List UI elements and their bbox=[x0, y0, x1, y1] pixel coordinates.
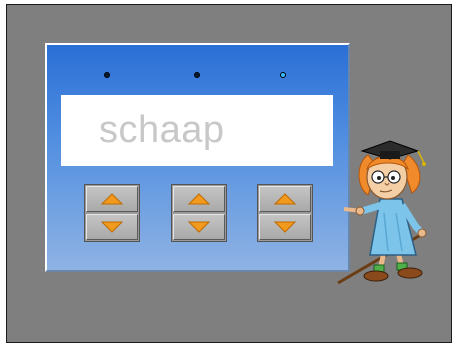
professor-girl-mascot bbox=[332, 133, 448, 291]
indicator-light-2 bbox=[194, 72, 200, 78]
stepper-3-down-button[interactable] bbox=[259, 214, 311, 240]
stepper-3-up-button[interactable] bbox=[259, 186, 311, 212]
stepper-2-down-button[interactable] bbox=[173, 214, 225, 240]
stepper-1-up-button[interactable] bbox=[86, 186, 138, 212]
professor-girl-icon bbox=[337, 140, 427, 285]
indicator-light-3 bbox=[280, 72, 286, 78]
arrow-up-icon bbox=[274, 193, 296, 205]
stepper-1-down-button[interactable] bbox=[86, 214, 138, 240]
indicator-light-1 bbox=[104, 72, 110, 78]
game-stage: schaap bbox=[6, 4, 452, 343]
word-machine-panel: schaap bbox=[45, 43, 350, 272]
letter-stepper-1 bbox=[84, 184, 140, 242]
arrow-down-icon bbox=[274, 221, 296, 233]
arrow-down-icon bbox=[188, 221, 210, 233]
arrow-down-icon bbox=[101, 221, 123, 233]
arrow-up-icon bbox=[101, 193, 123, 205]
word-text: schaap bbox=[99, 109, 225, 151]
letter-stepper-2 bbox=[171, 184, 227, 242]
letter-stepper-3 bbox=[257, 184, 313, 242]
word-display: schaap bbox=[61, 95, 333, 166]
stepper-2-up-button[interactable] bbox=[173, 186, 225, 212]
arrow-up-icon bbox=[188, 193, 210, 205]
